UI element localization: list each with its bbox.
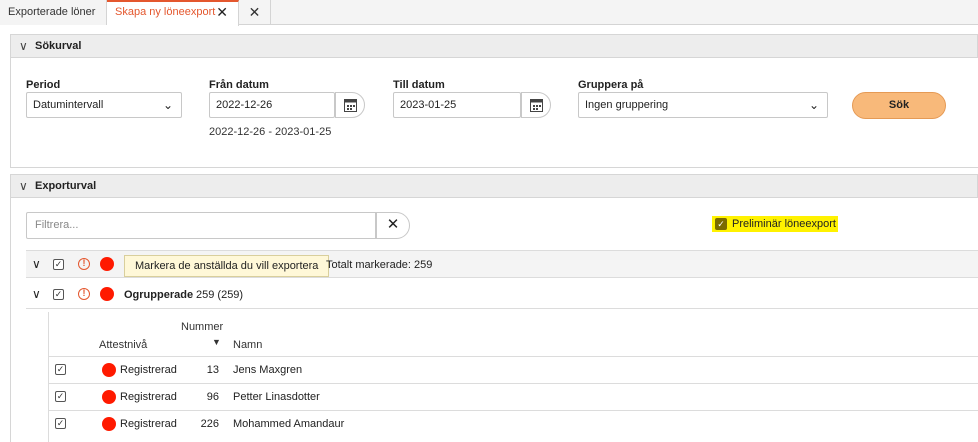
chevron-down-icon: ∨ — [19, 39, 28, 53]
column-header-name[interactable]: Namn — [233, 339, 262, 351]
row-checkbox[interactable]: ✓ — [55, 391, 66, 402]
hint-tooltip: Markera de anställda du vill exportera — [124, 255, 330, 277]
search-panel-header[interactable]: ∨ Sökurval — [10, 34, 978, 58]
from-date-label: Från datum — [209, 79, 269, 91]
period-select[interactable]: Datumintervall ⌄ — [26, 92, 182, 118]
chevron-down-icon[interactable]: ∨ — [32, 287, 41, 301]
sort-desc-icon[interactable]: ▼ — [212, 337, 221, 347]
to-date-calendar-button[interactable] — [521, 92, 551, 118]
table-row[interactable]: ✓ Registrerad 96 Petter Linasdotter — [49, 383, 978, 410]
from-date-input[interactable]: 2022-12-26 — [209, 92, 335, 118]
select-all-checkbox[interactable]: ✓ — [53, 259, 64, 270]
to-date-label: Till datum — [393, 79, 445, 91]
export-panel-header[interactable]: ∨ Exporturval — [10, 174, 978, 198]
checkbox-checked-icon: ✓ — [715, 218, 727, 230]
status-dot-icon — [102, 417, 116, 431]
status-dot-icon — [100, 257, 114, 271]
employee-table: Nummer ▼ Attestnivå Namn ✓ Registrerad 1… — [48, 312, 978, 442]
group-name: Ogrupperade — [124, 289, 194, 301]
clear-filter-button[interactable]: ✕ — [376, 212, 410, 239]
period-label: Period — [26, 79, 61, 91]
close-all-tabs-icon[interactable]: ✕ — [239, 0, 271, 25]
row-checkbox[interactable]: ✓ — [55, 364, 66, 375]
status-dot-icon — [100, 287, 114, 301]
table-row[interactable]: ✓ Registrerad 226 Mohammed Amandaur — [49, 410, 978, 437]
calendar-icon — [344, 99, 357, 112]
row-checkbox[interactable]: ✓ — [55, 418, 66, 429]
total-marked-text: Totalt markerade: 259 — [326, 259, 433, 271]
status-dot-icon — [102, 390, 116, 404]
chevron-down-icon: ⌄ — [162, 98, 173, 112]
preliminary-export-checkbox[interactable]: ✓ Preliminär löneexport — [712, 216, 838, 232]
tab-strip: Exporterade löner Skapa ny löneexport ✕ … — [0, 0, 978, 26]
group-row: ∨ ✓ ! Ogrupperade 259 (259) — [26, 281, 978, 309]
to-date-input[interactable]: 2023-01-25 — [393, 92, 521, 118]
filter-input[interactable]: Filtrera... — [26, 212, 376, 239]
chevron-down-icon: ∨ — [19, 179, 28, 193]
warning-icon: ! — [78, 288, 90, 300]
close-icon: ✕ — [386, 216, 400, 233]
search-button[interactable]: Sök — [852, 92, 946, 119]
select-all-row: ∨ ✓ ! Markera de anställda du vill expor… — [26, 250, 978, 278]
chevron-down-icon[interactable]: ∨ — [32, 257, 41, 271]
close-tab-icon[interactable]: ✕ — [216, 2, 228, 23]
calendar-icon — [530, 99, 543, 112]
status-dot-icon — [102, 363, 116, 377]
date-range-text: 2022-12-26 - 2023-01-25 — [209, 126, 332, 138]
column-header-level[interactable]: Attestnivå — [99, 339, 147, 351]
tab-exported-salaries[interactable]: Exporterade löner — [0, 0, 107, 25]
chevron-down-icon: ⌄ — [808, 98, 819, 112]
group-by-label: Gruppera på — [578, 79, 644, 91]
group-checkbox[interactable]: ✓ — [53, 289, 64, 300]
tab-create-export[interactable]: Skapa ny löneexport ✕ — [107, 0, 239, 26]
from-date-calendar-button[interactable] — [335, 92, 365, 118]
column-header-number[interactable]: Nummer — [181, 321, 223, 333]
group-by-select[interactable]: Ingen gruppering ⌄ — [578, 92, 828, 118]
warning-icon: ! — [78, 258, 90, 270]
group-count: 259 (259) — [196, 289, 244, 301]
table-row[interactable]: ✓ Registrerad 13 Jens Maxgren — [49, 356, 978, 383]
